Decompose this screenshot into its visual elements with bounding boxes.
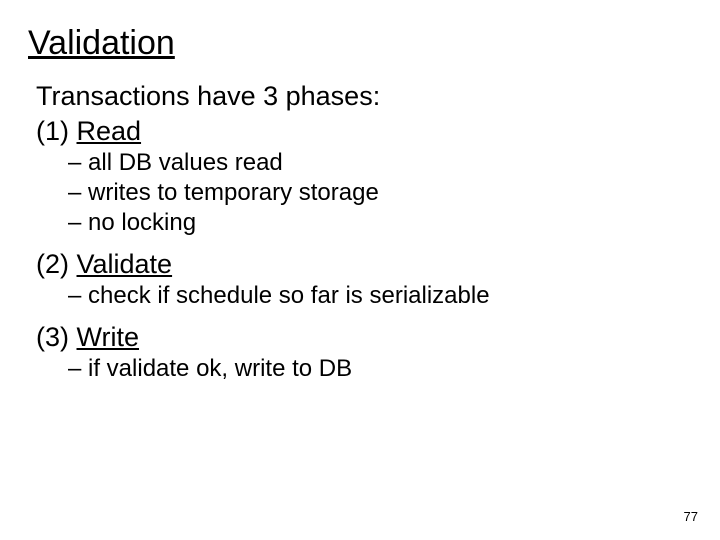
list-item: – check if schedule so far is serializab…	[68, 282, 692, 310]
intro-text: Transactions have 3 phases:	[36, 81, 692, 112]
phase-read-name: Read	[77, 116, 142, 146]
list-item: – if validate ok, write to DB	[68, 355, 692, 383]
phase-read-number: (1)	[36, 116, 77, 146]
phase-read: (1) Read	[36, 116, 692, 147]
phase-validate-items: – check if schedule so far is serializab…	[68, 282, 692, 310]
list-item: – no locking	[68, 209, 692, 237]
phase-read-items: – all DB values read – writes to tempora…	[68, 149, 692, 237]
phase-validate-name: Validate	[77, 249, 173, 279]
phase-write-items: – if validate ok, write to DB	[68, 355, 692, 383]
phase-validate-number: (2)	[36, 249, 77, 279]
list-item: – writes to temporary storage	[68, 179, 692, 207]
phase-write: (3) Write	[36, 322, 692, 353]
page-title: Validation	[28, 24, 692, 63]
slide-body: Transactions have 3 phases: (1) Read – a…	[36, 81, 692, 383]
phase-write-number: (3)	[36, 322, 77, 352]
phase-validate: (2) Validate	[36, 249, 692, 280]
slide: Validation Transactions have 3 phases: (…	[0, 0, 720, 540]
phase-write-name: Write	[77, 322, 140, 352]
page-number: 77	[684, 509, 698, 524]
list-item: – all DB values read	[68, 149, 692, 177]
